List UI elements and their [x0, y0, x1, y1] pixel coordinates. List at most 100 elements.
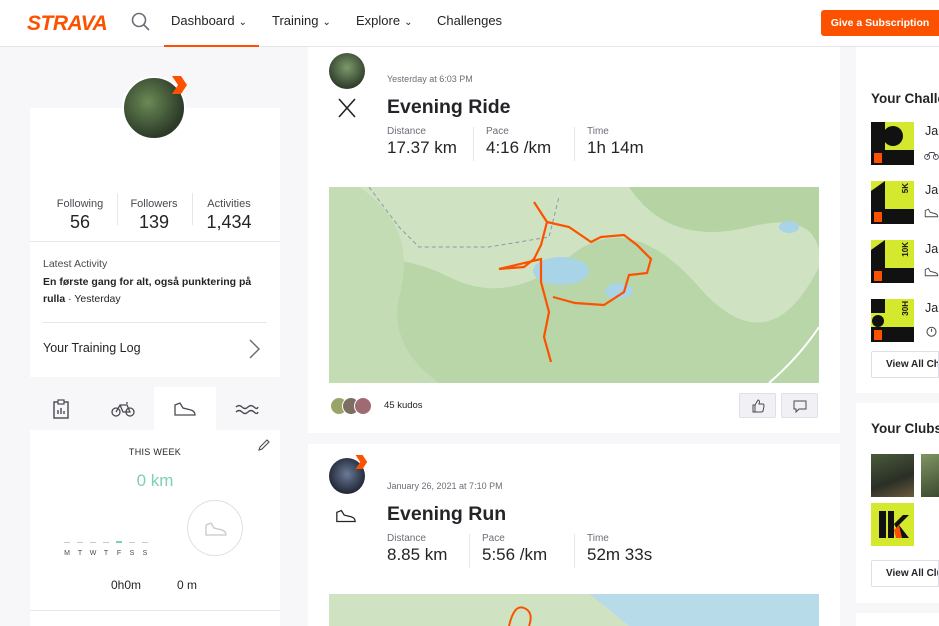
challenge-name[interactable]: Ja — [925, 124, 938, 138]
divider — [43, 322, 267, 323]
stat-divider — [192, 193, 193, 225]
profile-card — [30, 108, 280, 377]
challenge-name[interactable]: Ja — [925, 301, 938, 315]
week-elevation: 0 m — [177, 578, 198, 592]
stopwatch-icon — [926, 326, 937, 337]
stat-activities[interactable]: Activities 1,434 — [198, 198, 260, 233]
day-label: W — [89, 550, 97, 557]
stat-divider — [473, 127, 474, 161]
pencil-icon[interactable] — [257, 438, 271, 452]
day-bar — [142, 542, 148, 543]
view-all-challenges-button[interactable]: View All Challenges — [871, 351, 939, 378]
activity-timestamp: January 26, 2021 at 7:10 PM — [387, 481, 503, 491]
stat-followers[interactable]: Followers 139 — [124, 198, 184, 233]
kudos-button[interactable] — [739, 393, 776, 418]
stat-distance: Distance 17.37 km — [387, 126, 457, 157]
challenge-badge-label: 10K — [901, 242, 910, 257]
swim-icon — [235, 404, 259, 414]
chevron-down-icon: ⌄ — [238, 17, 247, 28]
section-gap — [856, 603, 939, 613]
clipboard-icon — [53, 398, 69, 419]
run-goal-circle — [187, 500, 243, 556]
thumbs-up-icon — [752, 398, 765, 412]
shoe-icon — [205, 522, 227, 536]
club-logo — [879, 511, 909, 538]
challenge-badge[interactable]: 5K — [871, 181, 914, 224]
divider — [30, 610, 280, 611]
challenge-badge[interactable] — [871, 122, 914, 165]
day-bar-today — [116, 541, 122, 543]
activity-title[interactable]: Evening Run — [387, 503, 506, 526]
week-time: 0h0m — [111, 578, 142, 592]
comment-button[interactable] — [781, 393, 818, 418]
day-bar — [90, 542, 96, 543]
tab-run[interactable] — [154, 387, 216, 430]
give-subscription-button[interactable]: Give a Subscription — [821, 10, 939, 36]
tab-swim[interactable] — [216, 387, 278, 430]
section-gap — [856, 393, 939, 403]
bike-icon — [111, 401, 135, 417]
challenges-title: Your Challenges — [871, 91, 939, 106]
challenge-name[interactable]: Ja — [925, 242, 938, 256]
challenge-badge[interactable]: 10K — [871, 240, 914, 283]
comment-icon — [793, 400, 806, 413]
club-avatar[interactable] — [871, 454, 914, 497]
stat-divider — [574, 127, 575, 161]
stat-time: Time 52m 33s — [587, 533, 653, 564]
latest-activity-link[interactable]: En første gang for alt, også punktering … — [43, 274, 268, 308]
day-bar — [129, 542, 135, 543]
club-avatar[interactable] — [871, 503, 914, 546]
challenge-badge-art — [871, 122, 914, 165]
day-label: S — [142, 550, 148, 557]
stat-divider — [574, 534, 575, 568]
shoe-icon — [924, 208, 939, 218]
activity-title[interactable]: Evening Ride — [387, 96, 511, 119]
tab-ride[interactable] — [92, 387, 154, 430]
stat-following[interactable]: Following 56 — [50, 198, 110, 233]
tab-summary[interactable] — [30, 387, 92, 430]
stat-time: Time 1h 14m — [587, 126, 644, 157]
nav-challenges[interactable]: Challenges — [437, 0, 502, 47]
day-bar — [77, 542, 83, 543]
stat-pace: Pace 5:56 /km — [482, 533, 548, 564]
shoe-icon — [336, 509, 356, 523]
day-label: T — [103, 550, 109, 557]
challenge-badge-label: 5K — [901, 183, 910, 194]
clubs-title: Your Clubs — [871, 421, 939, 436]
stat-divider — [117, 193, 118, 225]
nav-dashboard[interactable]: Dashboard ⌄ — [164, 0, 259, 47]
search-icon[interactable] — [130, 11, 152, 33]
week-distance: 0 km — [136, 471, 174, 490]
day-label: T — [77, 550, 83, 557]
nav-explore[interactable]: Explore ⌄ — [356, 0, 412, 47]
stat-distance: Distance 8.85 km — [387, 533, 448, 564]
week-title: THIS WEEK — [128, 447, 182, 457]
subscriber-badge-icon — [355, 455, 368, 469]
latest-activity-label: Latest Activity — [43, 258, 108, 270]
training-log-link[interactable]: Your Training Log — [43, 341, 141, 355]
kudos-avatars[interactable] — [330, 397, 380, 415]
chevron-right-icon[interactable] — [247, 338, 261, 360]
chevron-down-icon: ⌄ — [404, 17, 413, 28]
nav-training[interactable]: Training ⌄ — [272, 0, 331, 47]
day-bar — [64, 542, 70, 543]
day-bar — [103, 542, 109, 543]
kudos-count[interactable]: 45 kudos — [384, 400, 423, 411]
club-avatar[interactable] — [921, 454, 939, 497]
subscriber-badge-icon — [172, 76, 187, 94]
route-map[interactable] — [329, 187, 819, 383]
divider — [30, 241, 280, 242]
shoe-icon — [924, 267, 939, 277]
stat-divider — [469, 534, 470, 568]
strava-logo[interactable]: STRAVA — [27, 12, 108, 36]
view-all-clubs-button[interactable]: View All Clubs — [871, 560, 939, 587]
day-label: F — [116, 550, 122, 557]
challenge-name[interactable]: Ja — [925, 183, 938, 197]
chevron-down-icon: ⌄ — [322, 17, 331, 28]
bike-icon — [338, 98, 356, 118]
bike-icon — [924, 152, 939, 160]
avatar[interactable] — [329, 53, 365, 89]
route-map[interactable] — [329, 594, 819, 626]
challenge-badge-label: 30H — [901, 301, 910, 316]
challenge-badge[interactable]: 30H — [871, 299, 914, 342]
